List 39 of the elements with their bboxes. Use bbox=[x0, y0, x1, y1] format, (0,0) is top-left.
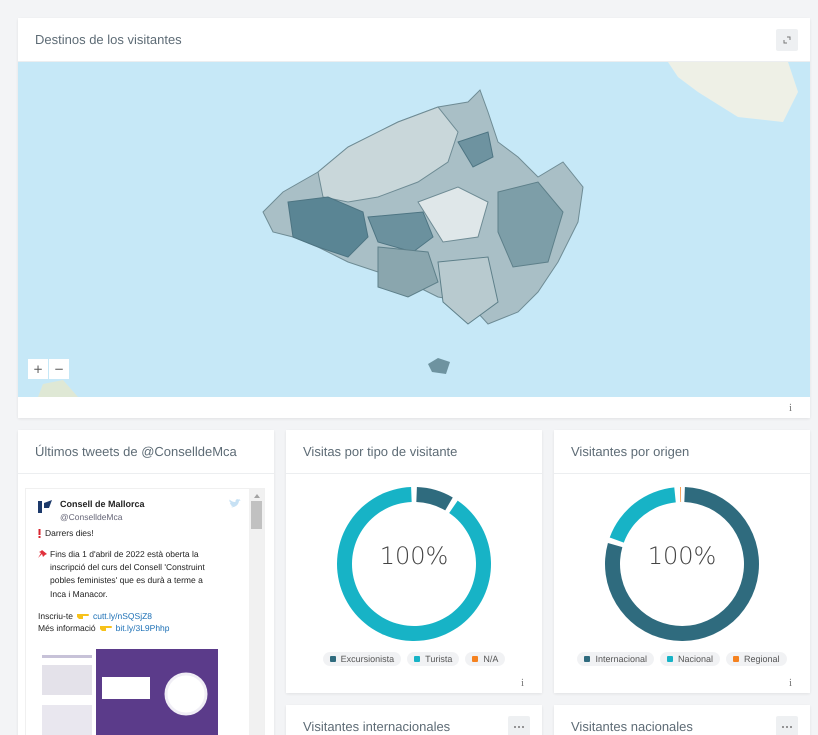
link-label: Inscriu-te bbox=[38, 610, 73, 621]
legend-item[interactable]: Excursionista bbox=[322, 652, 402, 666]
legend-item[interactable]: N/A bbox=[465, 652, 506, 666]
tweet-text: Fins dia 1 d'abril de 2022 està oberta la inscripció del curs del Consell 'Construint pobles feministes' que es durà a terme a Inca i Manacor. bbox=[50, 548, 206, 601]
info-icon[interactable]: i bbox=[788, 402, 792, 414]
more-icon[interactable] bbox=[776, 716, 798, 735]
tweet-link[interactable]: cutt.ly/nSQSjZ8 bbox=[92, 610, 152, 621]
pointing-hand-icon bbox=[100, 624, 112, 632]
more-icon[interactable] bbox=[508, 716, 530, 735]
zoom-in-button[interactable]: + bbox=[28, 359, 48, 379]
bird-icon bbox=[229, 499, 241, 509]
pointing-hand-icon bbox=[76, 612, 89, 620]
tweet-link[interactable]: bit.ly/3L9Phhp bbox=[116, 622, 170, 633]
donut-total: 100% bbox=[648, 542, 716, 570]
info-icon[interactable]: i bbox=[788, 676, 792, 688]
logo-icon bbox=[38, 499, 52, 513]
scrollbar[interactable] bbox=[249, 489, 264, 735]
scroll-thumb[interactable] bbox=[251, 501, 262, 529]
pin-icon bbox=[38, 549, 48, 558]
legend-item[interactable]: Turista bbox=[407, 652, 460, 666]
card-title: Visitantes internacionales bbox=[303, 719, 450, 734]
info-icon[interactable]: i bbox=[520, 676, 524, 688]
card-title: Visitantes por origen bbox=[571, 444, 690, 459]
scroll-up-icon[interactable] bbox=[254, 494, 260, 498]
tweet-author: Consell de Mallorca bbox=[60, 499, 146, 509]
expand-icon[interactable] bbox=[776, 28, 798, 50]
legend-item[interactable]: Internacional bbox=[577, 652, 654, 666]
card-title: Destinos de los visitantes bbox=[35, 32, 182, 47]
link-label: Més informació bbox=[38, 622, 96, 633]
tweet-handle: @ConselldeMca bbox=[60, 512, 124, 522]
exclamation-icon bbox=[38, 528, 41, 538]
card-title: Visitas por tipo de visitante bbox=[303, 444, 458, 459]
tweet-headline: Darrers dies! bbox=[45, 528, 94, 538]
legend-item[interactable]: Nacional bbox=[660, 652, 720, 666]
donut-total: 100% bbox=[380, 542, 448, 570]
legend-item[interactable]: Regional bbox=[726, 652, 787, 666]
zoom-out-button[interactable]: − bbox=[49, 359, 69, 379]
card-title: Últimos tweets de @ConselldeMca bbox=[35, 444, 237, 459]
card-title: Visitantes nacionales bbox=[571, 719, 693, 734]
